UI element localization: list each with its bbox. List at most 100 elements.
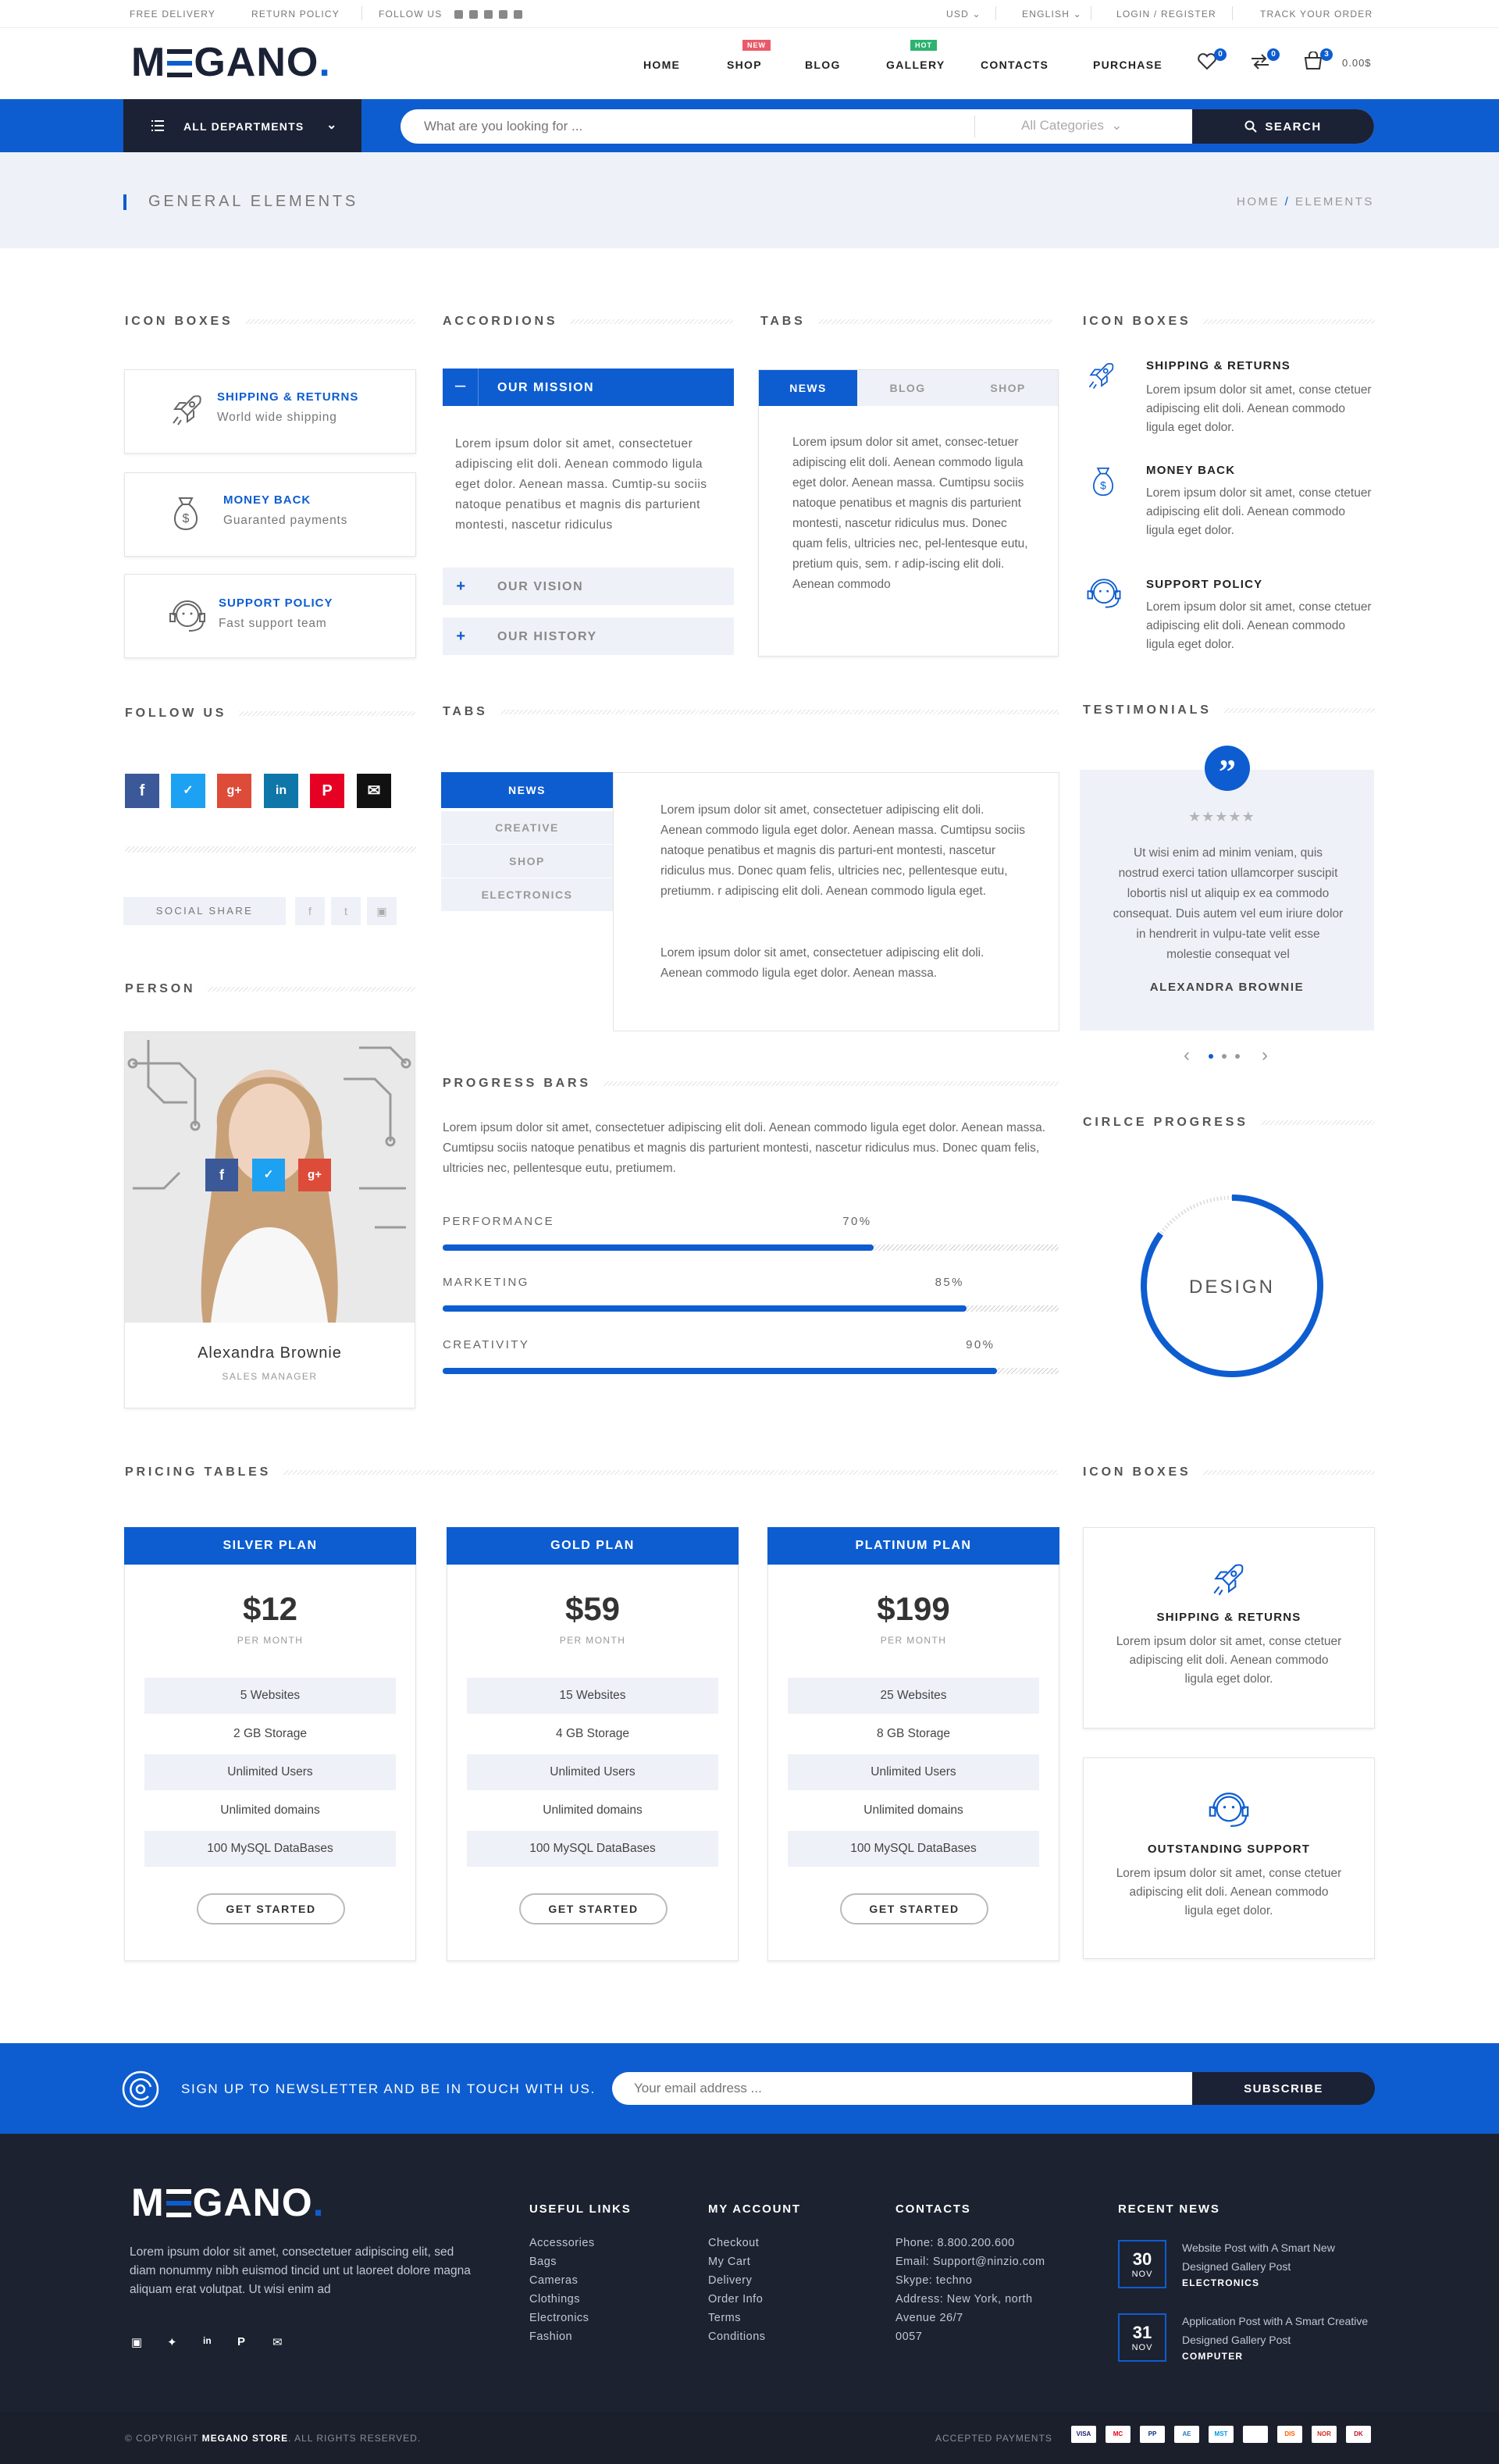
footer-logo[interactable]: M GANO.	[131, 2181, 325, 2224]
accordion-item-history[interactable]: + OUR HISTORY	[443, 618, 734, 655]
pinterest-icon[interactable]: P	[237, 2335, 245, 2348]
facebook-icon[interactable]: f	[125, 774, 159, 808]
vtab-creative[interactable]: CREATIVE	[441, 811, 613, 844]
twitter-icon[interactable]: ✓	[252, 1159, 285, 1191]
footer-link[interactable]: Order Info	[708, 2290, 766, 2309]
star-rating: ★★★★★	[1188, 809, 1255, 825]
gplus-icon[interactable]: g+	[298, 1159, 331, 1191]
accordion-item-open[interactable]: – OUR MISSION	[443, 369, 734, 406]
footer-link[interactable]: Checkout	[708, 2234, 766, 2252]
footer-link[interactable]: Bags	[529, 2252, 595, 2271]
vtab-electronics[interactable]: ELECTRONICS	[441, 878, 613, 911]
news-title-2[interactable]: Application Post with A Smart Creative D…	[1182, 2312, 1377, 2349]
accordion-item-vision[interactable]: + OUR VISION	[443, 568, 734, 605]
footer-link[interactable]: Delivery	[708, 2271, 766, 2290]
facebook-icon[interactable]	[454, 10, 463, 19]
prev-arrow-icon[interactable]: ‹	[1184, 1045, 1190, 1066]
currency-select[interactable]: USD ⌄	[946, 9, 981, 20]
icon-box-support[interactable]: SUPPORT POLICY Fast support team	[124, 574, 416, 658]
facebook-icon[interactable]: f	[205, 1159, 238, 1191]
progress-percent: 85%	[935, 1276, 964, 1289]
twitter-icon[interactable]: ✓	[171, 774, 205, 808]
twitter-icon[interactable]	[469, 10, 478, 19]
cart-button[interactable]: 3 0.00$	[1303, 48, 1371, 73]
get-started-button[interactable]: GET STARTED	[519, 1893, 668, 1925]
pinterest-icon[interactable]: P	[310, 774, 344, 808]
nav-blog[interactable]: BLOG	[805, 59, 841, 71]
linkedin-icon[interactable]: in	[203, 2335, 212, 2346]
wishlist-button[interactable]: 0	[1197, 48, 1227, 73]
section-title: PERSON	[125, 982, 196, 995]
carousel-dot-active[interactable]	[1209, 1054, 1213, 1059]
track-order-link[interactable]: TRACK YOUR ORDER	[1260, 9, 1373, 20]
facebook-icon[interactable]: ▣	[131, 2335, 142, 2349]
copyright-suffix: . ALL RIGHTS RESERVED.	[288, 2433, 422, 2444]
twitter-icon[interactable]: ✦	[167, 2335, 177, 2349]
tab-news[interactable]: NEWS	[759, 370, 857, 406]
facebook-icon[interactable]: f	[295, 897, 325, 925]
logo[interactable]: M GANO.	[131, 39, 331, 86]
linkedin-icon[interactable]: in	[264, 774, 298, 808]
nav-shop[interactable]: SHOP	[727, 59, 762, 71]
rocket-icon	[173, 395, 201, 426]
footer-link[interactable]: My Cart	[708, 2252, 766, 2271]
email-icon[interactable]: ✉	[357, 774, 391, 808]
get-started-button[interactable]: GET STARTED	[197, 1893, 345, 1925]
search-button[interactable]: SEARCH	[1192, 109, 1374, 144]
language-select[interactable]: ENGLISH ⌄	[1022, 9, 1082, 20]
icon-box-shipping[interactable]: SHIPPING & RETURNS World wide shipping	[124, 369, 416, 454]
news-category-1: ELECTRONICS	[1182, 2277, 1260, 2288]
vtab-shop[interactable]: SHOP	[441, 845, 613, 878]
footer-link[interactable]: Electronics	[529, 2309, 595, 2327]
footer-link[interactable]: Conditions	[708, 2327, 766, 2346]
gplus-icon[interactable]: g+	[217, 774, 251, 808]
icon-box-shipping-bottom[interactable]: SHIPPING & RETURNS Lorem ipsum dolor sit…	[1083, 1527, 1375, 1729]
vtab-news[interactable]: NEWS	[441, 772, 613, 808]
currency-value: USD	[946, 9, 969, 20]
copyright-brand[interactable]: MEGANO STORE	[202, 2433, 288, 2444]
linkedin-icon[interactable]	[484, 10, 493, 19]
email-icon[interactable]	[514, 10, 522, 19]
footer-link[interactable]: Accessories	[529, 2234, 595, 2252]
newsletter-email-input[interactable]	[612, 2072, 1194, 2105]
email-icon[interactable]: ✉	[272, 2335, 283, 2349]
get-started-button[interactable]: GET STARTED	[840, 1893, 988, 1925]
section-title: ICON BOXES	[1083, 315, 1191, 328]
register-link[interactable]: REGISTER	[1161, 9, 1216, 20]
compare-button[interactable]: 0	[1250, 48, 1280, 73]
login-link[interactable]: LOGIN	[1116, 9, 1150, 20]
free-delivery-link[interactable]: FREE DELIVERY	[130, 9, 215, 20]
tab-shop[interactable]: SHOP	[958, 370, 1058, 406]
nav-purchase[interactable]: PURCHASE	[1093, 59, 1163, 71]
footer-link[interactable]: Clothings	[529, 2290, 595, 2309]
footer-link[interactable]: Cameras	[529, 2271, 595, 2290]
pricing-table: SILVER PLAN $12 PER MONTH 5 Websites 2 GB…	[124, 1527, 416, 1961]
subscribe-button[interactable]: SUBSCRIBE	[1192, 2072, 1375, 2105]
footer-link[interactable]: Fashion	[529, 2327, 595, 2346]
next-arrow-icon[interactable]: ›	[1262, 1045, 1268, 1066]
breadcrumb-home[interactable]: HOME	[1237, 195, 1280, 208]
icon-box-support-bottom[interactable]: OUTSTANDING SUPPORT Lorem ipsum dolor si…	[1083, 1757, 1375, 1959]
instagram-icon[interactable]: ▣	[367, 897, 397, 925]
icon-box-money-back[interactable]: $ MONEY BACK Guaranted payments	[124, 472, 416, 557]
news-title-1[interactable]: Website Post with A Smart New Designed G…	[1182, 2238, 1377, 2276]
pinterest-icon[interactable]	[499, 10, 507, 19]
return-policy-link[interactable]: RETURN POLICY	[251, 9, 340, 20]
search-input[interactable]	[424, 116, 970, 137]
payment-icon: DIS	[1277, 2426, 1302, 2443]
category-select[interactable]: All Categories ⌄	[1021, 118, 1123, 134]
nav-contacts[interactable]: CONTACTS	[981, 59, 1049, 71]
carousel-dot[interactable]	[1235, 1054, 1240, 1059]
carousel-dot[interactable]	[1222, 1054, 1227, 1059]
footer-link[interactable]: Terms	[708, 2309, 766, 2327]
divider	[1232, 6, 1233, 20]
nav-home[interactable]: HOME	[643, 59, 680, 71]
twitter-icon[interactable]: t	[331, 897, 361, 925]
newsletter-label: SIGN UP TO NEWSLETTER AND BE IN TOUCH WI…	[181, 2081, 596, 2096]
chevron-down-icon: ⌄	[326, 119, 338, 132]
all-departments-button[interactable]: ALL DEPARTMENTS ⌄	[123, 99, 361, 152]
nav-gallery[interactable]: GALLERY	[886, 59, 945, 71]
pricing-table: PLATINUM PLAN $199 PER MONTH 25 Websites…	[767, 1527, 1059, 1961]
tab-blog[interactable]: BLOG	[857, 370, 958, 406]
vtab-content-p2: Lorem ipsum dolor sit amet, consectetuer…	[660, 946, 984, 980]
